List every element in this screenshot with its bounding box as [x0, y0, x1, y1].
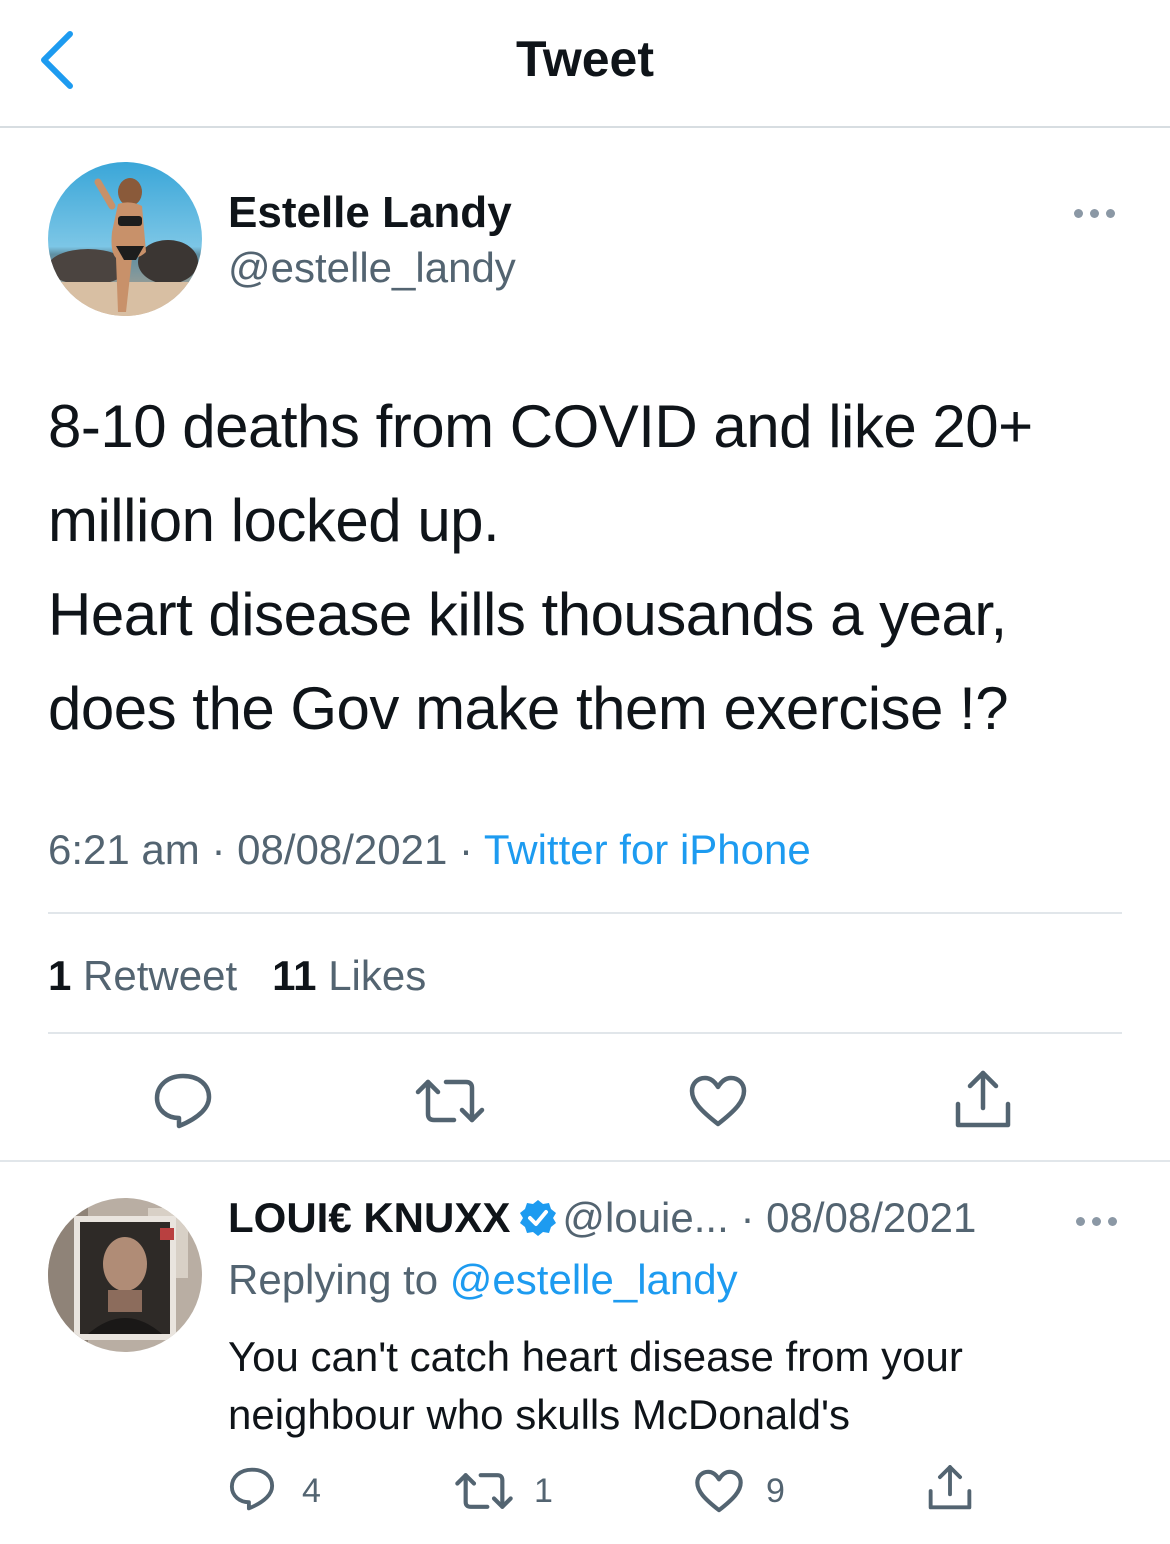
- more-horizontal-icon: [1074, 209, 1083, 218]
- comment-icon: [154, 1073, 212, 1129]
- tweet-more-button[interactable]: [1070, 198, 1120, 228]
- tweet-source-link[interactable]: Twitter for iPhone: [484, 826, 811, 873]
- heart-icon: [695, 1469, 743, 1513]
- reply-more-button[interactable]: [1072, 1206, 1122, 1236]
- reply-author-handle[interactable]: @louie...: [562, 1194, 728, 1241]
- tweet-text-line: Heart disease kills thousands a year,: [48, 581, 1007, 648]
- reply-header: LOUI€ KNUXX @louie... · 08/08/2021: [228, 1194, 976, 1242]
- reply-reply-button[interactable]: [228, 1466, 276, 1517]
- replying-to: Replying to @estelle_landy: [228, 1256, 738, 1304]
- reply-text-line: You can't catch heart disease from your: [228, 1333, 963, 1380]
- reply-share-button[interactable]: [926, 1464, 974, 1517]
- tweet-stats: 1 Retweet 11 Likes: [48, 952, 426, 1000]
- avatar-photo: [48, 162, 202, 316]
- reply-author-name[interactable]: LOUI€ KNUXX: [228, 1194, 510, 1241]
- retweet-button[interactable]: [414, 1076, 486, 1131]
- share-icon: [928, 1465, 972, 1510]
- reply-text: You can't catch heart disease from your …: [228, 1328, 963, 1444]
- reply-author-avatar[interactable]: [48, 1198, 202, 1352]
- avatar-photo: [48, 1198, 202, 1352]
- author-handle[interactable]: @estelle_landy: [228, 244, 516, 292]
- likes-stat[interactable]: 11 Likes: [272, 952, 426, 999]
- retweet-icon: [415, 1079, 485, 1123]
- divider: [48, 912, 1122, 914]
- tweet-text: 8-10 deaths from COVID and like 20+ mill…: [48, 380, 1138, 756]
- page-title: Tweet: [516, 31, 654, 87]
- share-button[interactable]: [952, 1070, 1014, 1135]
- tweet-text-line: 8-10 deaths from COVID and like 20+: [48, 393, 1033, 460]
- reply-date: 08/08/2021: [766, 1194, 977, 1241]
- verified-badge-icon: [520, 1200, 557, 1236]
- reply-button[interactable]: [152, 1072, 214, 1135]
- meta-separator: ·: [740, 1194, 755, 1241]
- top-bar: Tweet: [0, 0, 1170, 128]
- more-horizontal-icon: [1076, 1217, 1085, 1226]
- section-divider: [0, 1160, 1170, 1162]
- meta-separator: ·: [211, 826, 226, 873]
- reply-like-count: 9: [766, 1472, 785, 1510]
- likes-label: Likes: [328, 952, 427, 999]
- replying-prefix: Replying to: [228, 1256, 439, 1303]
- author-name[interactable]: Estelle Landy: [228, 188, 512, 238]
- retweets-label: Retweet: [83, 952, 238, 999]
- heart-icon: [689, 1075, 747, 1127]
- tweet-text-line: does the Gov make them exercise !?: [48, 675, 1009, 742]
- reply-retweet-count: 1: [534, 1472, 553, 1510]
- reply-reply-count: 4: [302, 1472, 321, 1510]
- tweet-meta: 6:21 am · 08/08/2021 · Twitter for iPhon…: [48, 826, 811, 874]
- likes-count: 11: [272, 952, 317, 999]
- retweet-icon: [455, 1473, 513, 1509]
- meta-separator: ·: [459, 826, 473, 873]
- like-button[interactable]: [688, 1074, 748, 1133]
- reply-like-button[interactable]: [694, 1468, 744, 1519]
- reply-text-line: neighbour who skulls McDonald's: [228, 1391, 851, 1438]
- share-icon: [955, 1070, 1011, 1128]
- reply-retweet-button[interactable]: [454, 1470, 514, 1517]
- retweets-count: 1: [48, 952, 72, 999]
- tweet-text-line: million locked up.: [48, 487, 500, 554]
- tweet-time: 6:21 am: [48, 826, 200, 873]
- comment-icon: [229, 1467, 275, 1511]
- replying-mention-link[interactable]: @estelle_landy: [450, 1256, 738, 1303]
- divider: [48, 1032, 1122, 1034]
- retweets-stat[interactable]: 1 Retweet: [48, 952, 237, 999]
- author-avatar[interactable]: [48, 162, 202, 316]
- tweet-date: 08/08/2021: [237, 826, 448, 873]
